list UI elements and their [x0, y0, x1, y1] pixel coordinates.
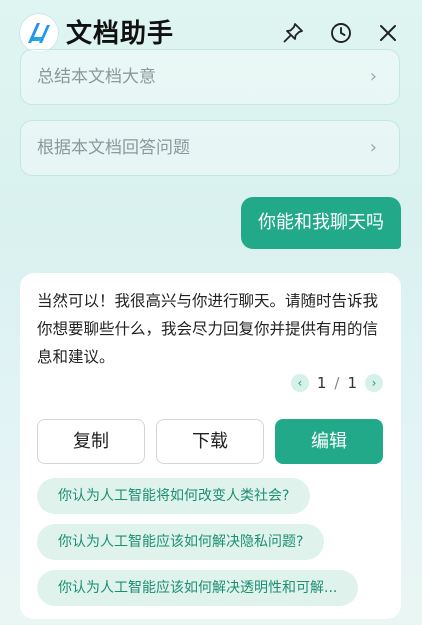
suggestion-summarize[interactable]: 总结本文档大意 ›: [20, 49, 400, 105]
followup-question[interactable]: 你认为人工智能将如何改变人类社会?: [37, 478, 311, 514]
suggestion-label: 根据本文档回答问题: [37, 138, 190, 158]
followup-question[interactable]: 你认为人工智能应该如何解决隐私问题?: [37, 524, 325, 560]
pager-separator: /: [334, 374, 340, 392]
history-icon[interactable]: [329, 21, 353, 45]
logo-icon: [20, 14, 58, 52]
chevron-right-icon: ›: [369, 66, 377, 87]
suggestion-label: 总结本文档大意: [37, 67, 156, 87]
user-message-bubble: 你能和我聊天吗: [241, 197, 401, 249]
edit-button[interactable]: 编辑: [275, 419, 383, 464]
pager-total: 1: [347, 374, 357, 392]
chevron-right-icon: ›: [369, 137, 377, 158]
copy-button[interactable]: 复制: [37, 419, 145, 464]
suggestion-answer-questions[interactable]: 根据本文档回答问题 ›: [20, 120, 400, 176]
download-button[interactable]: 下载: [156, 419, 264, 464]
assistant-reply-text: 当然可以！我很高兴与你进行聊天。请随时告诉我你想要聊些什么，我会尽力回复你并提供…: [37, 292, 379, 366]
reply-actions: 复制 下载 编辑: [37, 419, 384, 464]
assistant-reply-card: 当然可以！我很高兴与你进行聊天。请随时告诉我你想要聊些什么，我会尽力回复你并提供…: [20, 273, 401, 619]
followup-question[interactable]: 你认为人工智能应该如何解决透明性和可解...: [37, 570, 359, 606]
pager-current: 1: [316, 374, 327, 392]
chevron-left-icon[interactable]: ‹: [290, 374, 309, 392]
close-icon[interactable]: [376, 21, 400, 45]
reply-pager: ‹ 1 / 1 ›: [290, 373, 383, 393]
app-title: 文档助手: [66, 19, 175, 49]
pin-icon[interactable]: [281, 21, 305, 45]
chevron-right-icon[interactable]: ›: [365, 374, 383, 392]
